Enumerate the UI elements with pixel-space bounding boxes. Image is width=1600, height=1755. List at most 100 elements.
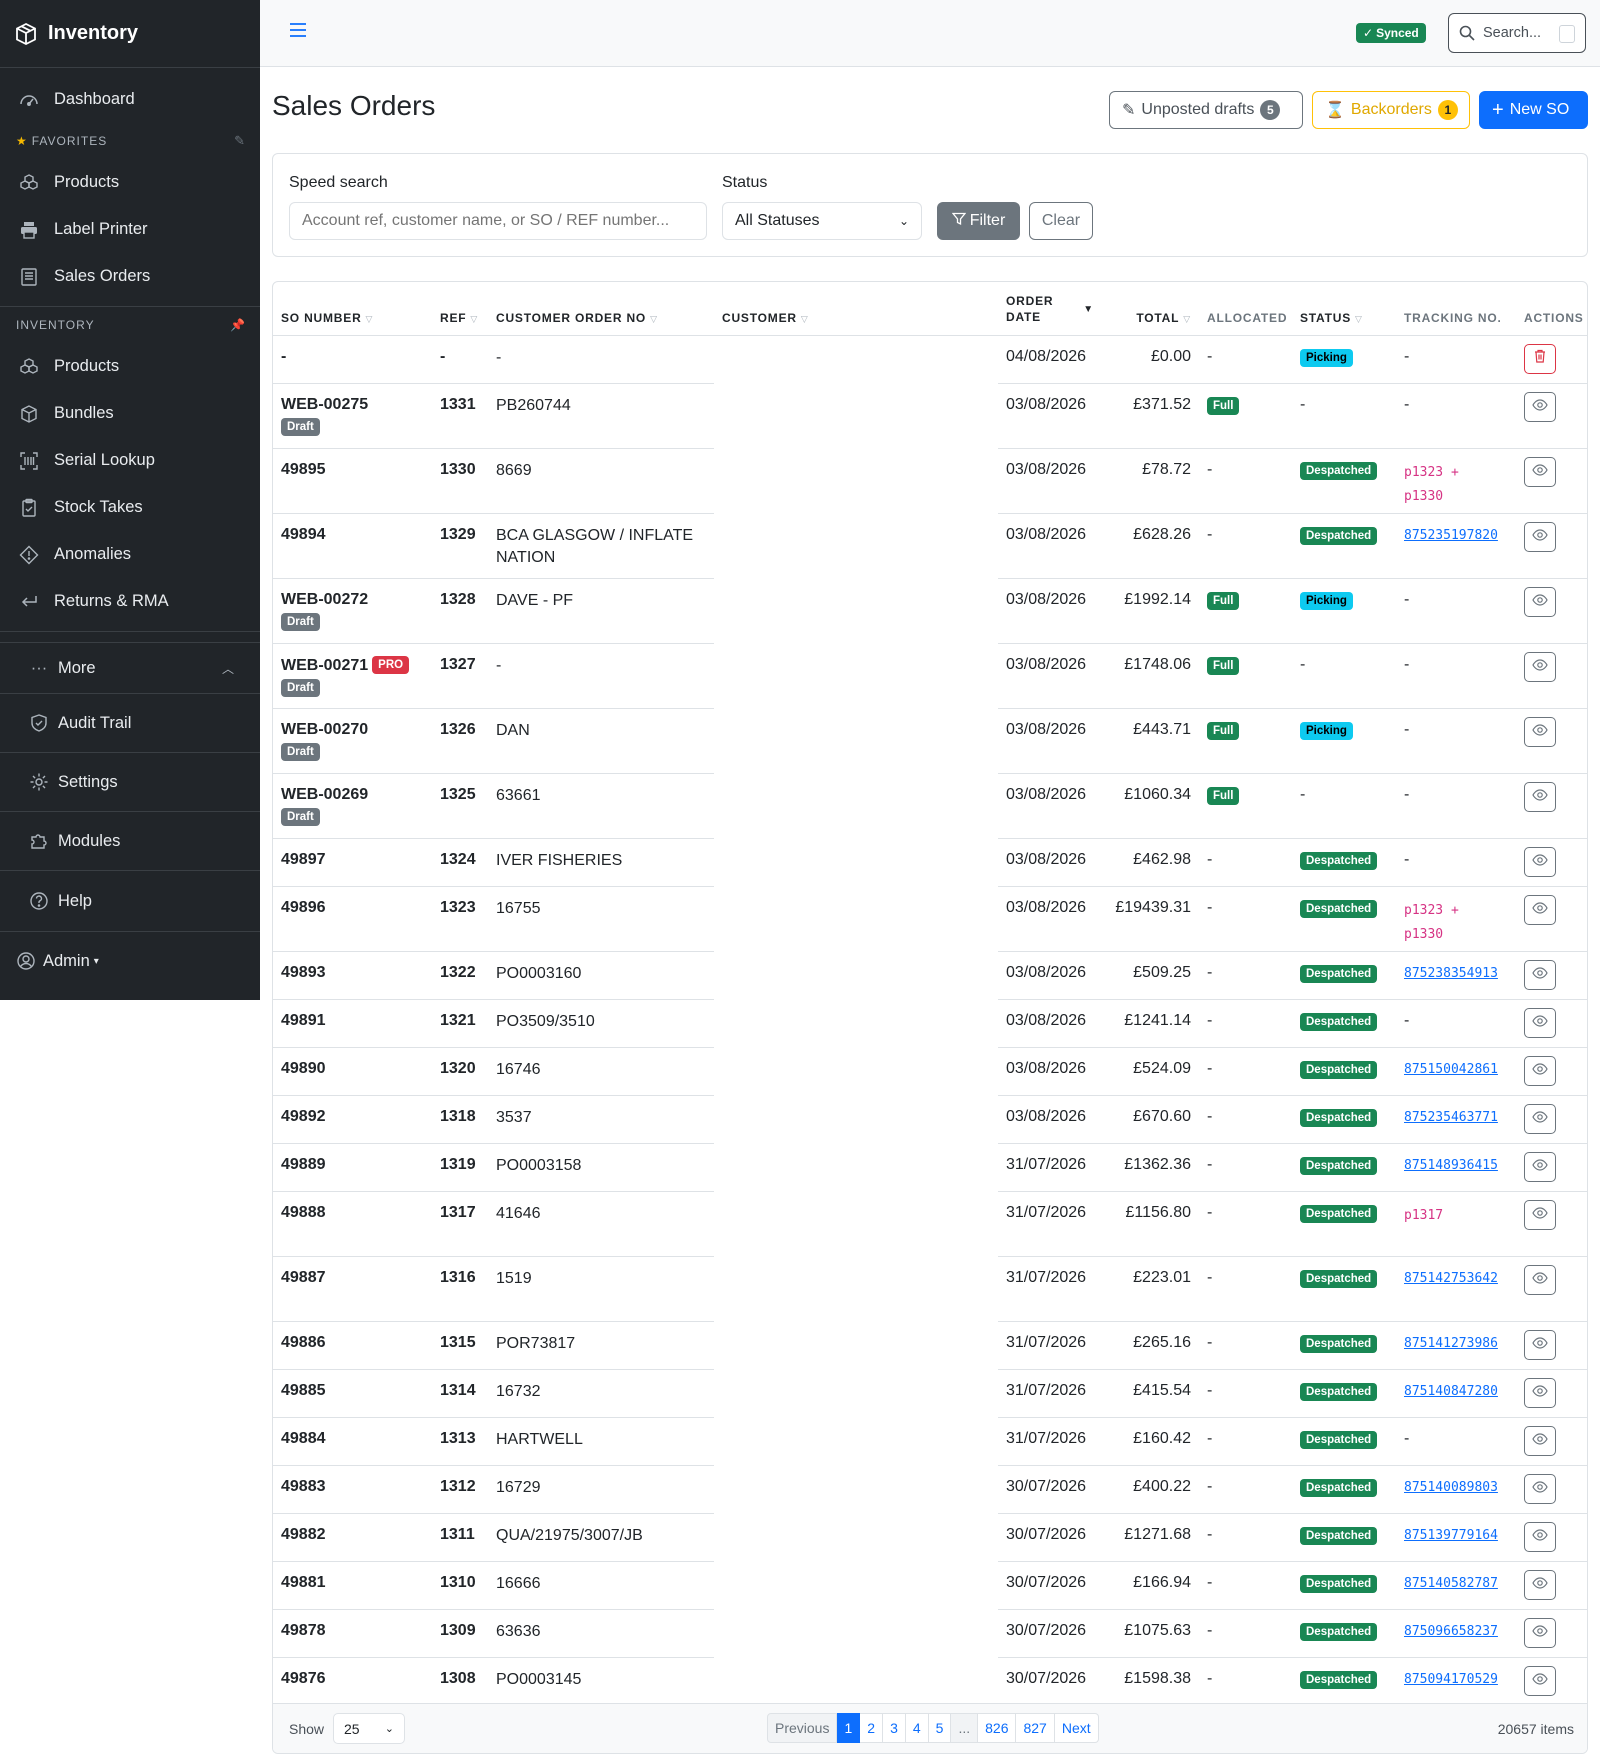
table-row[interactable]: WEB-00275 Draft 1331 PB260744 03/08/2026 £371… [273, 383, 1587, 449]
so-number[interactable]: 49893 [281, 964, 326, 981]
view-button[interactable] [1524, 716, 1556, 747]
so-number[interactable]: 49889 [281, 1156, 326, 1173]
so-number-cell[interactable]: 49888 [273, 1191, 432, 1257]
so-number[interactable]: WEB-00270 [281, 721, 368, 738]
nav-bundles[interactable]: Bundles [0, 390, 260, 437]
view-button[interactable] [1524, 1617, 1556, 1648]
view-button[interactable] [1524, 1425, 1556, 1456]
so-number-cell[interactable]: WEB-00275 Draft [273, 383, 432, 449]
so-number-cell[interactable]: WEB-00271 PRO Draft [273, 643, 432, 709]
page-button[interactable]: 3 [883, 1713, 906, 1743]
status-select[interactable]: All Statuses ⌄ [722, 202, 922, 240]
col-customer-order-no[interactable]: CUSTOMER ORDER NO ▽ [488, 282, 714, 336]
tracking-link[interactable]: 875141273986 [1404, 1336, 1498, 1351]
view-button[interactable] [1524, 1377, 1556, 1408]
so-number[interactable]: WEB-00269 [281, 786, 368, 803]
table-row[interactable]: 49889 1319 PO0003158 31/07/2026 £1362.36- Des… [273, 1143, 1587, 1192]
view-button[interactable] [1524, 894, 1556, 925]
tracking-link[interactable]: 875235197820 [1404, 528, 1498, 543]
table-row[interactable]: 49892 1318 3537 03/08/2026 £670.60- Despatche… [273, 1095, 1587, 1144]
so-number[interactable]: WEB-00271 [281, 657, 368, 674]
nav-settings[interactable]: Settings [0, 753, 260, 811]
nav-sales-orders[interactable]: Sales Orders [0, 253, 260, 300]
new-so-button[interactable]: + New SO [1479, 91, 1588, 129]
so-number[interactable]: 49876 [281, 1670, 326, 1687]
so-number-cell[interactable]: 49882 [273, 1513, 432, 1562]
col-so-number[interactable]: SO NUMBER ▽ [273, 282, 432, 336]
nav-returns[interactable]: Returns & RMA [0, 578, 260, 625]
so-number[interactable]: 49888 [281, 1204, 326, 1221]
table-row[interactable]: WEB-00271 PRO Draft 1327-03/08/2026 £1748.06… [273, 643, 1587, 709]
page-button[interactable]: 827 [1016, 1713, 1055, 1743]
nav-audit-trail[interactable]: Audit Trail [0, 694, 260, 752]
so-number[interactable]: WEB-00272 [281, 591, 368, 608]
nav-stock-takes[interactable]: Stock Takes [0, 484, 260, 531]
col-order-date[interactable]: ORDER DATE ▼ [998, 282, 1104, 336]
view-button[interactable] [1524, 1151, 1556, 1182]
so-number[interactable]: 49881 [281, 1574, 326, 1591]
nav-dashboard[interactable]: Dashboard [0, 76, 260, 123]
table-row[interactable]: 49882 1311 QUA/21975/3007/JB 30/07/2026 £127… [273, 1513, 1587, 1562]
nav-anomalies[interactable]: Anomalies [0, 531, 260, 578]
so-number-cell[interactable]: 49885 [273, 1369, 432, 1418]
so-number-cell[interactable]: WEB-00272 Draft [273, 578, 432, 644]
admin-menu[interactable]: Admin ▾ [0, 932, 260, 990]
view-button[interactable] [1524, 1665, 1556, 1696]
so-number[interactable]: 49882 [281, 1526, 326, 1543]
page-button[interactable]: 5 [928, 1713, 952, 1743]
so-number-cell[interactable]: 49883 [273, 1465, 432, 1514]
hamburger-icon[interactable] [288, 20, 314, 46]
view-button[interactable] [1524, 959, 1556, 990]
nav-label-printer[interactable]: Label Printer [0, 206, 260, 253]
so-number[interactable]: 49887 [281, 1269, 326, 1286]
nav-help[interactable]: Help [0, 871, 260, 931]
so-number[interactable]: WEB-00275 [281, 396, 368, 413]
table-row[interactable]: 49896 1323 16755 03/08/2026 £19439.31- Despat… [273, 886, 1587, 952]
so-number[interactable]: 49878 [281, 1622, 326, 1639]
view-button[interactable] [1524, 1473, 1556, 1504]
so-number-cell[interactable]: 49881 [273, 1561, 432, 1610]
view-button[interactable] [1524, 846, 1556, 877]
tracking-link[interactable]: 875235463771 [1404, 1110, 1498, 1125]
so-number-cell[interactable]: 49893 [273, 951, 432, 1000]
nav-modules[interactable]: Modules [0, 812, 260, 870]
backorders-button[interactable]: ⌛ Backorders 1 [1312, 91, 1470, 129]
so-number-cell[interactable]: 49884 [273, 1417, 432, 1466]
so-number-cell[interactable]: 49892 [273, 1095, 432, 1144]
nav-fav-products[interactable]: Products [0, 159, 260, 206]
page-button[interactable]: 1 [837, 1713, 861, 1743]
so-number[interactable]: 49895 [281, 461, 326, 478]
table-row[interactable]: 49894 1329 BCA GLASGOW / INFLATE NATION 03/… [273, 513, 1587, 579]
brand[interactable]: Inventory [0, 0, 260, 68]
page-button[interactable]: 826 [978, 1713, 1017, 1743]
view-button[interactable] [1524, 586, 1556, 617]
so-number-cell[interactable]: 49894 [273, 513, 432, 579]
view-button[interactable] [1524, 1264, 1556, 1295]
table-row[interactable]: 49885 1314 16732 31/07/2026 £415.54- Despatch… [273, 1369, 1587, 1418]
tracking-link[interactable]: 875142753642 [1404, 1271, 1498, 1286]
so-number-cell[interactable]: 49897 [273, 838, 432, 887]
so-number-cell[interactable]: 49891 [273, 999, 432, 1048]
view-button[interactable] [1524, 781, 1556, 812]
global-search[interactable]: Search... [1448, 13, 1586, 53]
so-number[interactable]: 49892 [281, 1108, 326, 1125]
so-number[interactable]: 49890 [281, 1060, 326, 1077]
page-size-select[interactable]: 25 ⌄ [333, 1713, 405, 1744]
table-row[interactable]: 49878 1309 63636 30/07/2026 £1075.63- Despatc… [273, 1609, 1587, 1658]
view-button[interactable] [1524, 1199, 1556, 1230]
view-button[interactable] [1524, 1521, 1556, 1552]
table-row[interactable]: 49890 1320 16746 03/08/2026 £524.09- Despatch… [273, 1047, 1587, 1096]
so-number-cell[interactable]: - [273, 335, 432, 384]
table-row[interactable]: 49884 1313 HARTWELL 31/07/2026 £160.42- Despa… [273, 1417, 1587, 1466]
table-row[interactable]: 49876 1308 PO0003145 30/07/2026 £1598.38- Des… [273, 1657, 1587, 1706]
tracking-link[interactable]: 875238354913 [1404, 966, 1498, 981]
unposted-drafts-button[interactable]: ✎ Unposted drafts 5 [1109, 91, 1303, 129]
table-row[interactable]: 49888 1317 41646 31/07/2026 £1156.80- Despatc… [273, 1191, 1587, 1257]
table-row[interactable]: WEB-00272 Draft 1328 DAVE - PF 03/08/2026 £19… [273, 578, 1587, 644]
next-page-button[interactable]: Next [1054, 1713, 1099, 1743]
table-row[interactable]: 49886 1315 POR73817 31/07/2026 £265.16- Despa… [273, 1321, 1587, 1370]
table-row[interactable]: 49897 1324 IVER FISHERIES 03/08/2026 £462.98… [273, 838, 1587, 887]
so-number-cell[interactable]: WEB-00269 Draft [273, 773, 432, 839]
col-customer[interactable]: CUSTOMER ▽ [714, 282, 998, 336]
tracking-link[interactable]: 875140847280 [1404, 1384, 1498, 1399]
